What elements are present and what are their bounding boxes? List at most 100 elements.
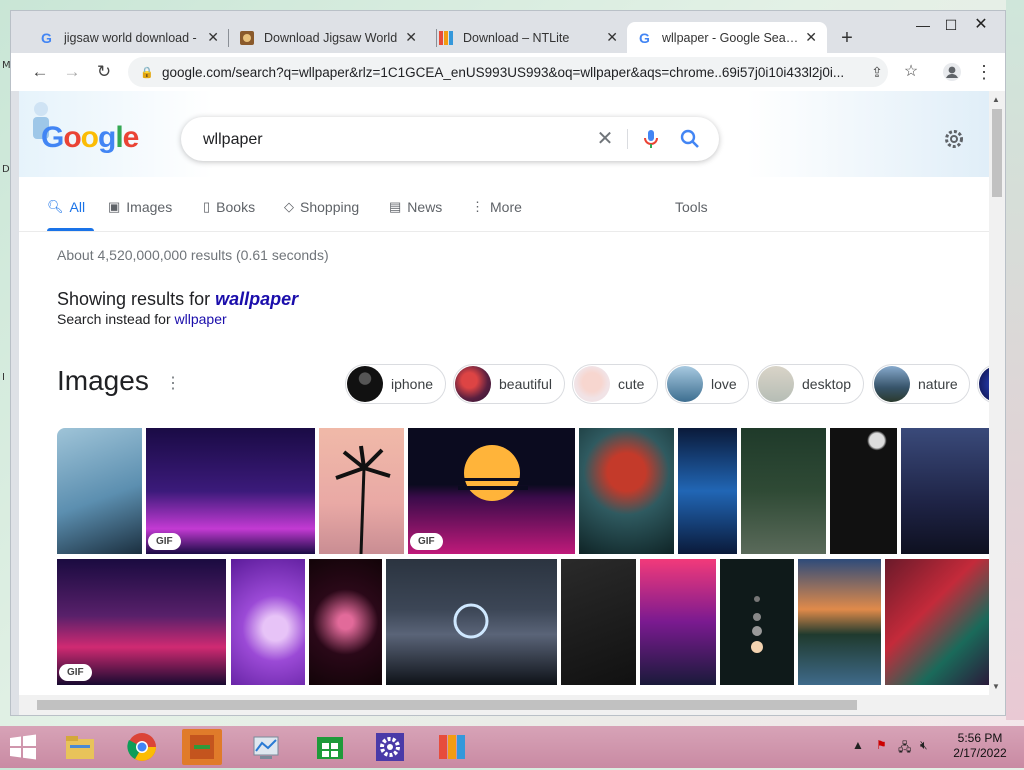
reload-button[interactable]: ↻ — [91, 59, 117, 85]
jigsaw-world-icon[interactable] — [182, 729, 222, 765]
tab-title: Download Jigsaw World — [264, 30, 398, 45]
images-heading: Images — [57, 365, 149, 396]
tab-more[interactable]: ⋮ More — [471, 199, 522, 215]
image-result[interactable]: GIF — [57, 559, 226, 685]
chip-love[interactable]: love — [665, 364, 749, 404]
address-url[interactable]: google.com/search?q=wllpaper&rlz=1C1GCEA… — [162, 65, 852, 80]
vertical-scrollbar[interactable]: ▲ ▼ — [989, 91, 1005, 695]
tab-images-label: Images — [126, 199, 173, 215]
image-result[interactable] — [561, 559, 636, 685]
horizontal-scroll-thumb[interactable] — [37, 700, 857, 710]
tab-jigsaw-download[interactable]: Download Jigsaw World ✕ — [229, 22, 427, 53]
tab-images[interactable]: ▣ Images — [108, 199, 172, 215]
windows-start-icon[interactable] — [8, 734, 38, 760]
image-result[interactable] — [678, 428, 737, 554]
image-icon: ▣ — [108, 199, 121, 214]
tab-books[interactable]: ▯ Books — [203, 199, 255, 215]
tab-all[interactable]: 🔍︎ All — [47, 199, 85, 215]
network-icon[interactable]: 🖧︎ — [898, 738, 911, 759]
image-result[interactable]: GIF — [408, 428, 575, 554]
chip-iphone[interactable]: iphone — [345, 364, 446, 404]
chip-thumbnail — [874, 366, 910, 402]
vertical-scroll-thumb[interactable] — [992, 109, 1002, 197]
tab-wallpaper-search[interactable]: G wllpaper - Google Search ✕ — [627, 22, 827, 53]
system-clock[interactable]: 5:56 PM 2/17/2022 — [950, 731, 1010, 761]
tab-title: jigsaw world download - — [64, 30, 197, 45]
tab-ntlite[interactable]: Download – NTLite ✕ — [428, 22, 628, 53]
new-tab-button[interactable]: + — [834, 25, 860, 51]
image-result[interactable] — [319, 428, 404, 554]
action-center-flag-icon[interactable]: ⚑ — [876, 738, 887, 752]
image-result[interactable] — [798, 559, 881, 685]
image-result[interactable]: GIF — [146, 428, 315, 554]
scroll-down-arrow[interactable]: ▼ — [992, 682, 1000, 691]
profile-avatar[interactable] — [939, 59, 965, 85]
close-icon[interactable]: ✕ — [606, 29, 618, 46]
tab-shopping-label: Shopping — [300, 199, 360, 215]
image-result[interactable] — [885, 559, 989, 685]
horizontal-scrollbar[interactable] — [19, 695, 1005, 715]
original-query-link[interactable]: wllpaper — [175, 311, 227, 327]
google-doodle-logo[interactable]: Google — [41, 121, 139, 155]
tag-icon: ◇ — [284, 199, 294, 214]
chip-thumbnail — [979, 366, 989, 402]
bookmark-star-icon[interactable]: ☆ — [898, 59, 924, 85]
book-icon: ▯ — [203, 199, 211, 214]
close-icon[interactable]: ✕ — [805, 29, 817, 46]
tab-jigsaw-search[interactable]: G jigsaw world download - ✕ — [29, 22, 229, 53]
chrome-icon[interactable] — [122, 729, 162, 765]
maximize-button[interactable]: ☐ — [935, 14, 967, 36]
microphone-icon[interactable] — [639, 127, 663, 151]
chip-label: nature — [918, 376, 958, 392]
tab-title: wllpaper - Google Search — [662, 30, 800, 45]
clear-icon[interactable]: ✕ — [593, 127, 617, 151]
chip-thumbnail — [758, 366, 794, 402]
search-instead: Search instead for wllpaper — [57, 311, 227, 327]
settings-icon[interactable] — [370, 729, 410, 765]
image-result[interactable] — [57, 428, 142, 554]
image-result[interactable] — [386, 559, 557, 685]
tools-button[interactable]: Tools — [675, 199, 708, 215]
task-manager-icon[interactable] — [246, 729, 286, 765]
file-explorer-icon[interactable] — [60, 729, 100, 765]
forward-button[interactable]: → — [59, 59, 85, 85]
chip-cute[interactable]: cute — [572, 364, 658, 404]
tab-shopping[interactable]: ◇ Shopping — [284, 199, 359, 215]
address-bar[interactable]: 🔒 google.com/search?q=wllpaper&rlz=1C1GC… — [128, 57, 888, 87]
image-result[interactable] — [741, 428, 826, 554]
svg-text:G: G — [639, 30, 650, 46]
moon-phases-graphic — [751, 596, 763, 653]
search-input[interactable] — [201, 127, 575, 153]
images-options-icon[interactable]: ⋮ — [165, 373, 181, 393]
corrected-query-link[interactable]: wallpaper — [215, 289, 298, 309]
image-result[interactable] — [640, 559, 716, 685]
gif-badge: GIF — [59, 664, 92, 681]
image-result[interactable] — [901, 428, 989, 554]
dots-vertical-icon: ⋮ — [471, 199, 484, 214]
title-bar: G jigsaw world download - ✕ Download Jig… — [11, 11, 1005, 53]
chip-nature[interactable]: nature — [872, 364, 970, 404]
scroll-up-arrow[interactable]: ▲ — [992, 95, 1000, 104]
chip-desktop[interactable]: desktop — [756, 364, 864, 404]
close-window-button[interactable]: ✕ — [965, 14, 997, 36]
ntlite-icon[interactable] — [432, 729, 472, 765]
chip-beautiful[interactable]: beautiful — [453, 364, 565, 404]
chip-partial[interactable] — [977, 364, 989, 404]
store-icon[interactable] — [310, 729, 350, 765]
show-hidden-icons-chevron[interactable]: ▲ — [852, 738, 864, 752]
image-result[interactable] — [579, 428, 674, 554]
close-icon[interactable]: ✕ — [207, 29, 219, 46]
lock-icon: 🔒 — [140, 66, 154, 79]
image-result[interactable] — [720, 559, 794, 685]
back-button[interactable]: ← — [27, 59, 53, 85]
tab-news[interactable]: ▤ News — [389, 199, 442, 215]
image-result[interactable] — [830, 428, 897, 554]
share-icon[interactable]: ⇪ — [864, 59, 890, 85]
image-result[interactable] — [231, 559, 305, 685]
volume-muted-icon[interactable]: 🔇︎ — [920, 738, 928, 753]
menu-kebab-icon[interactable]: ⋮ — [971, 59, 997, 85]
close-icon[interactable]: ✕ — [405, 29, 417, 46]
search-icon[interactable] — [678, 127, 702, 151]
image-result[interactable] — [309, 559, 382, 685]
settings-gear-icon[interactable] — [942, 127, 966, 151]
